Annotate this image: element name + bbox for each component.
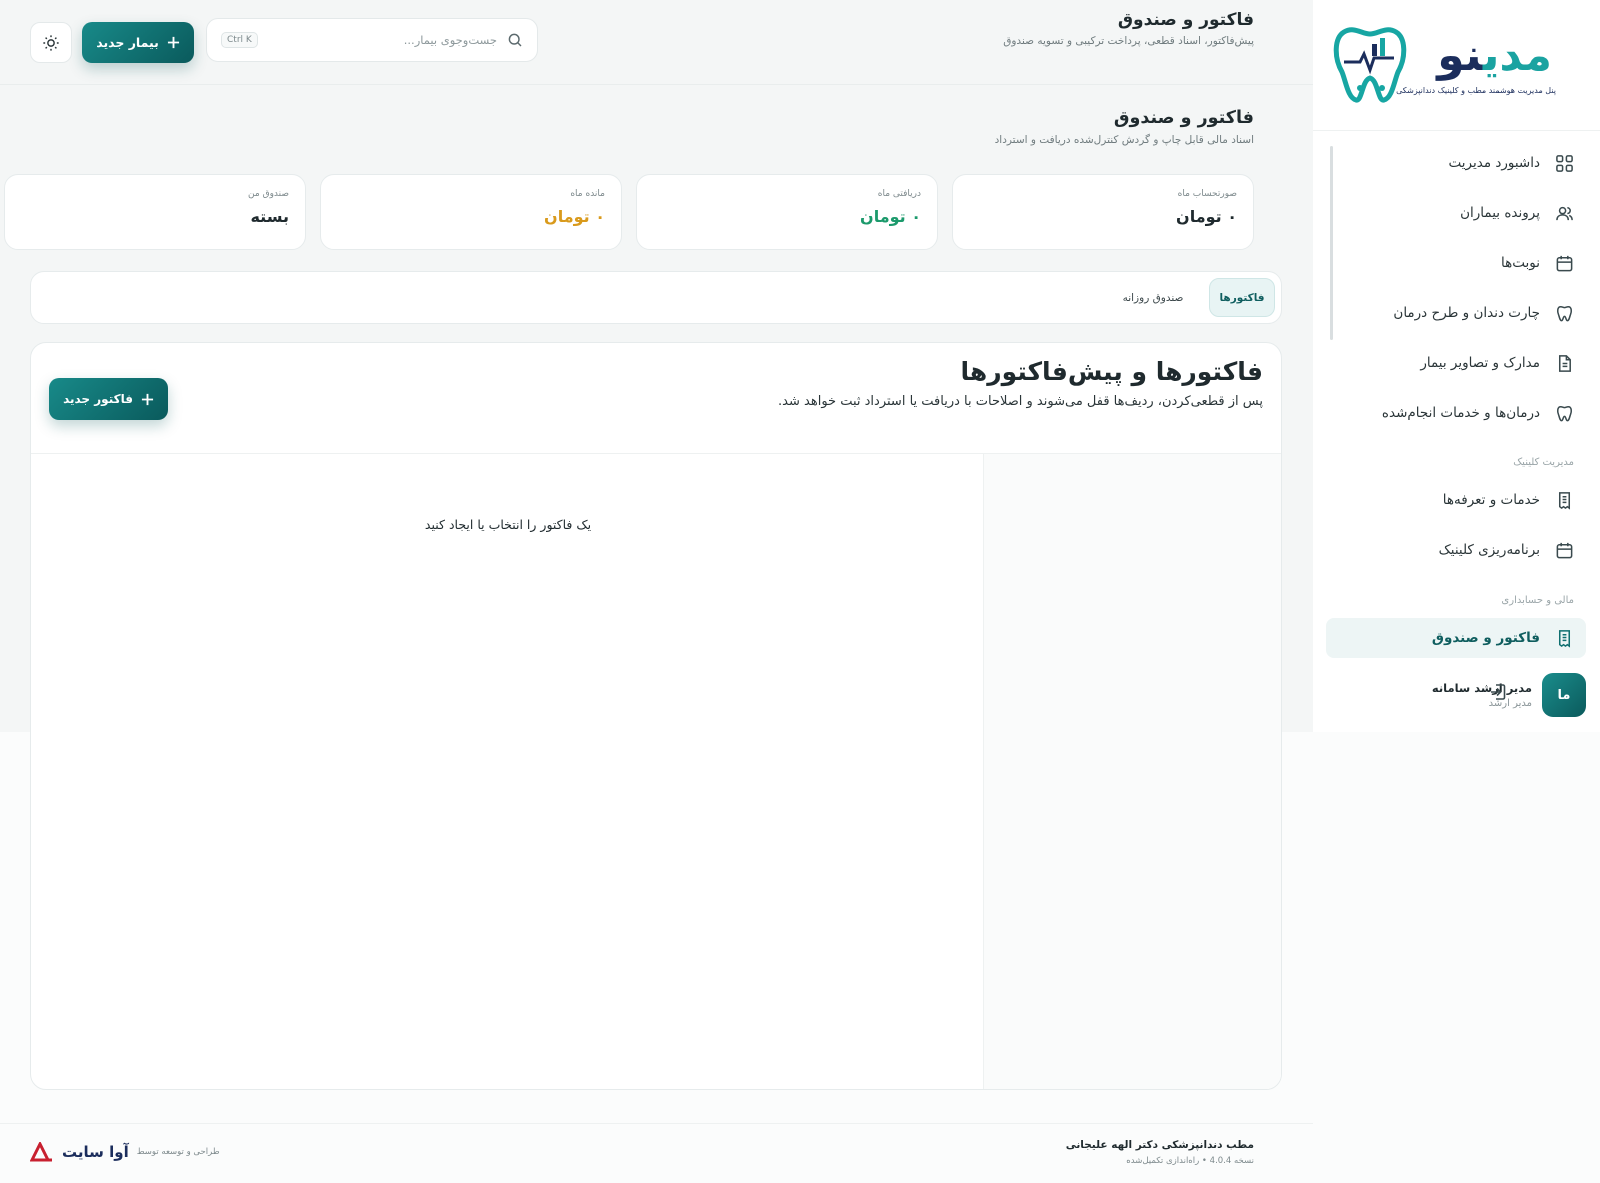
footer-credit[interactable]: آوا سایت طراحی و توسعه توسط: [30, 1142, 220, 1162]
calendar-icon: [1554, 253, 1574, 273]
user-role: مدیر ارشد: [1488, 698, 1532, 709]
topbar-subtitle: پیش‌فاکتور، اسناد قطعی، پرداخت ترکیبی و …: [1003, 35, 1254, 47]
tab-bar: فاکتورها صندوق روزانه: [30, 271, 1282, 324]
stat-value: ۰ تومان: [860, 207, 921, 226]
topbar-divider: [0, 84, 1313, 85]
new-invoice-button[interactable]: فاکتور جدید: [49, 378, 168, 420]
tooth-icon: [1554, 303, 1574, 323]
new-patient-button[interactable]: بیمار جدید: [82, 22, 194, 63]
stat-label: صورتحساب ماه: [1177, 189, 1237, 199]
sidebar-item-dashboard[interactable]: داشبورد مدیریت: [1324, 143, 1574, 183]
sidebar-item-scheduling[interactable]: برنامه‌ریزی کلینیک: [1324, 530, 1574, 570]
sidebar-item-patients[interactable]: پرونده بیماران: [1324, 193, 1574, 233]
topbar-heading: فاکتور و صندوق: [1117, 10, 1254, 30]
invoice-list[interactable]: [983, 454, 1281, 1089]
plus-icon: [141, 393, 154, 405]
brand-wordmark: مدینو: [1437, 30, 1553, 81]
document-icon: [1554, 353, 1574, 373]
footer-info: مطب دندانپزشکی دکتر الهه علیجانی نسخه 4.…: [1066, 1139, 1254, 1166]
empty-state-message: یک فاکتور را انتخاب یا ایجاد کنید: [424, 517, 592, 532]
sidebar-item-label: فاکتور و صندوق: [1431, 630, 1540, 646]
company-logo-icon: [30, 1142, 52, 1162]
sidebar-item-documents[interactable]: مدارک و تصاویر بیمار: [1324, 343, 1574, 383]
footer-clinic-name: مطب دندانپزشکی دکتر الهه علیجانی: [1065, 1139, 1254, 1151]
tab-daily-cashbox[interactable]: صندوق روزانه: [1113, 278, 1193, 317]
tooth-icon: [1554, 403, 1574, 423]
stat-value: بسته: [250, 207, 289, 226]
brand-tagline: پنل مدیریت هوشمند مطب و کلینیک دندانپزشک…: [1396, 86, 1556, 95]
sidebar: مدینو پنل مدیریت هوشمند مطب و کلینیک دند…: [1313, 0, 1600, 732]
sidebar-item-label: داشبورد مدیریت: [1448, 155, 1540, 171]
footer-divider: [0, 1123, 1313, 1124]
sidebar-item-invoices[interactable]: فاکتور و صندوق: [1326, 618, 1586, 658]
grid-icon: [1554, 153, 1574, 173]
invoices-title: فاکتورها و پیش‌فاکتورها: [960, 357, 1263, 386]
sidebar-item-tooth-chart[interactable]: چارت دندان و طرح درمان: [1324, 293, 1574, 333]
logout-icon[interactable]: [1486, 682, 1508, 704]
sidebar-item-label: چارت دندان و طرح درمان: [1393, 305, 1540, 321]
stat-card-monthly-received: دریافتی ماه ۰ تومان: [636, 174, 938, 250]
plus-icon: [167, 36, 179, 49]
search-shortcut-badge: Ctrl K: [221, 32, 258, 48]
tab-invoices[interactable]: فاکتورها: [1209, 278, 1275, 317]
sidebar-item-services[interactable]: خدمات و تعرفه‌ها: [1324, 480, 1574, 520]
sidebar-item-label: درمان‌ها و خدمات انجام‌شده: [1381, 405, 1540, 421]
user-info: مدیر ارشد سامانه مدیر ارشد: [1432, 681, 1532, 709]
users-icon: [1554, 203, 1574, 223]
patient-search[interactable]: جست‌وجوی بیمار... Ctrl K: [206, 18, 538, 62]
sidebar-item-label: مدارک و تصاویر بیمار: [1420, 355, 1540, 371]
brand-logo[interactable]: مدینو پنل مدیریت هوشمند مطب و کلینیک دند…: [1330, 14, 1570, 110]
sidebar-section-finance: مالی و حسابداری: [1501, 595, 1574, 606]
invoices-panel: فاکتورها و پیش‌فاکتورها پس از قطعی‌کردن،…: [30, 342, 1282, 1090]
stat-card-monthly-balance: مانده ماه ۰ تومان: [320, 174, 622, 250]
calendar-icon: [1554, 540, 1574, 560]
stat-card-my-cashbox: صندوق من بسته: [4, 174, 306, 250]
sidebar-item-treatments[interactable]: درمان‌ها و خدمات انجام‌شده: [1324, 393, 1574, 433]
stat-value: ۰ تومان: [544, 207, 605, 226]
stat-label: دریافتی ماه: [877, 189, 921, 199]
search-input[interactable]: جست‌وجوی بیمار...: [268, 33, 497, 47]
sidebar-section-clinic: مدیریت کلینیک: [1513, 457, 1574, 468]
avatar: ما: [1542, 673, 1586, 717]
sidebar-item-label: نوبت‌ها: [1501, 255, 1540, 271]
topbar-title: فاکتور و صندوق پیش‌فاکتور، اسناد قطعی، پ…: [1003, 10, 1254, 47]
receipt-icon: [1554, 490, 1574, 510]
sidebar-item-label: پرونده بیماران: [1460, 205, 1540, 221]
designed-by-label: طراحی و توسعه توسط: [136, 1147, 220, 1157]
user-card[interactable]: ما مدیر ارشد سامانه مدیر ارشد: [1326, 670, 1586, 720]
invoices-header: فاکتورها و پیش‌فاکتورها پس از قطعی‌کردن،…: [778, 357, 1263, 409]
receipt-icon: [1554, 628, 1574, 648]
sidebar-item-label: برنامه‌ریزی کلینیک: [1438, 542, 1540, 558]
stat-label: صندوق من: [248, 189, 289, 199]
company-name: آوا سایت: [62, 1143, 129, 1161]
page-header: فاکتور و صندوق اسناد مالی قابل چاپ و گرد…: [995, 108, 1254, 146]
tooth-logo-icon: [1333, 27, 1407, 103]
footer-version: نسخه 4.0.4 • راه‌اندازی تکمیل‌شده: [1126, 1156, 1254, 1166]
theme-toggle-button[interactable]: [30, 22, 72, 63]
search-icon: [508, 33, 522, 47]
user-name: مدیر ارشد سامانه: [1431, 681, 1532, 695]
sidebar-divider: [1313, 130, 1600, 131]
sidebar-item-appointments[interactable]: نوبت‌ها: [1324, 243, 1574, 283]
invoices-subtitle: پس از قطعی‌کردن، ردیف‌ها قفل می‌شوند و ا…: [778, 394, 1263, 409]
stat-value: ۰ تومان: [1176, 207, 1237, 226]
page-subtitle: اسناد مالی قابل چاپ و گردش کنترل‌شده دری…: [994, 134, 1254, 146]
page-title: فاکتور و صندوق: [1113, 108, 1254, 128]
sun-icon: [43, 34, 59, 51]
stat-label: مانده ماه: [570, 189, 605, 199]
stat-card-monthly-billing: صورتحساب ماه ۰ تومان: [952, 174, 1254, 250]
sidebar-item-label: خدمات و تعرفه‌ها: [1442, 492, 1540, 508]
